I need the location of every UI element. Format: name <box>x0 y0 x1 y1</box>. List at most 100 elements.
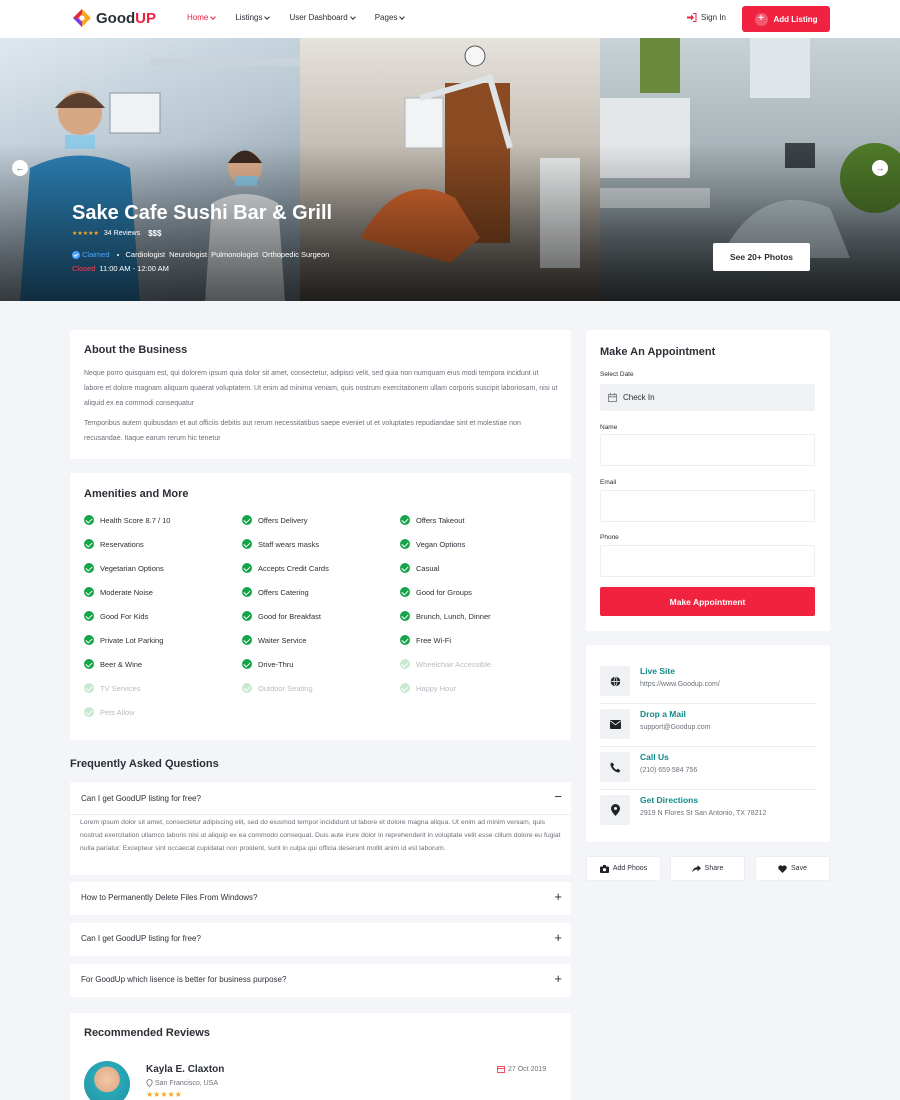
amenities-card: Amenities and More Health Score 8.7 / 10… <box>70 473 571 740</box>
logo-text-a: Good <box>96 9 136 27</box>
check-circle-icon <box>242 611 252 621</box>
review-date: 27 Oct 2019 <box>497 1065 546 1073</box>
business-title: Sake Cafe Sushi Bar & Grill <box>72 202 333 224</box>
hero-shade-2 <box>300 38 600 301</box>
amenity-label: Offers Catering <box>258 587 309 597</box>
about-card: About the Business Neque porro quisquam … <box>70 330 571 459</box>
faq-item[interactable]: Can I get GoodUP listing for free? + <box>70 923 571 956</box>
mail-icon <box>600 709 630 739</box>
nav-pages[interactable]: Pages <box>374 13 406 22</box>
check-circle-icon <box>242 587 252 597</box>
amenity-item: Offers Takeout <box>400 515 465 525</box>
amenity-label: Beer & Wine <box>100 659 143 669</box>
tag-item[interactable]: Orthopedic Surgeon <box>262 250 329 259</box>
contact-mail[interactable]: Drop a Mail support@Goodup.com <box>600 709 815 739</box>
nav-home[interactable]: Home <box>187 13 217 22</box>
gallery-next-button[interactable]: → <box>872 160 888 176</box>
check-circle-icon <box>400 683 410 693</box>
amenity-label: Staff wears masks <box>258 539 320 549</box>
contact-call[interactable]: Call Us (210) 659 584 756 <box>600 752 815 782</box>
arrow-left-icon: ← <box>15 163 25 173</box>
check-circle-icon <box>84 515 94 525</box>
faq-question: How to Permanently Delete Files From Win… <box>81 893 258 902</box>
nav-listings[interactable]: Listings <box>235 13 271 22</box>
date-picker[interactable]: Check In <box>600 384 815 411</box>
select-date-label: Select Date <box>600 371 634 378</box>
add-listing-button[interactable]: + Add Listing <box>742 6 830 32</box>
gallery-photo-2[interactable] <box>300 38 600 301</box>
contact-value: (210) 659 584 756 <box>640 767 698 774</box>
reviews-title: Recommended Reviews <box>84 1027 210 1039</box>
chevron-down-icon <box>210 13 217 20</box>
email-field[interactable] <box>600 490 815 522</box>
faq-item[interactable]: For GoodUp which lisence is better for b… <box>70 964 571 997</box>
hours-text: 11:00 AM - 12:00 AM <box>99 264 169 273</box>
faq-answer: Lorem ipsum dolor sit amet, consectetur … <box>80 819 561 852</box>
amenity-label: Casual <box>416 563 440 573</box>
amenity-item: Good For Kids <box>84 611 148 621</box>
tag-item[interactable]: Neurologist <box>169 250 207 259</box>
check-circle-icon <box>242 659 252 669</box>
save-label: Save <box>791 865 807 872</box>
check-circle-icon <box>400 635 410 645</box>
amenity-item: Health Score 8.7 / 10 <box>84 515 170 525</box>
faq-item-open[interactable]: Can I get GoodUP listing for free? − Lor… <box>70 782 571 875</box>
amenity-item: Offers Delivery <box>242 515 307 525</box>
rating-stars: ★★★★★ <box>72 231 99 237</box>
faq-item[interactable]: How to Permanently Delete Files From Win… <box>70 882 571 915</box>
category-tags: Claimed Cardiologist Neurologist Pulmono… <box>72 250 329 259</box>
check-circle-icon <box>84 539 94 549</box>
amenity-label: Brunch, Lunch, Dinner <box>416 611 491 621</box>
tag-item[interactable]: Pulmonologist <box>211 250 258 259</box>
amenity-item: Reservations <box>84 539 144 549</box>
amenity-label: Waiter Service <box>258 635 307 645</box>
about-paragraph-2: Temporibus autem quibusdam et aut offici… <box>84 420 521 442</box>
add-photos-label: Add Phoos <box>612 865 648 872</box>
add-photos-button[interactable]: Add Phoos <box>586 856 661 881</box>
contact-title: Live Site <box>640 666 675 676</box>
make-appointment-button[interactable]: Make Appointment <box>600 587 815 616</box>
check-circle-icon <box>242 683 252 693</box>
nav-user-dashboard[interactable]: User Dashboard <box>289 13 356 22</box>
amenity-label: TV Services <box>100 683 141 693</box>
phone-icon <box>600 752 630 782</box>
verified-icon <box>72 250 80 259</box>
contact-live-site[interactable]: Live Site https://www.Goodup.com/ <box>600 666 815 696</box>
check-circle-icon <box>400 611 410 621</box>
amenity-item: Outdoor Seating <box>242 683 313 693</box>
share-button[interactable]: Share <box>670 856 745 881</box>
check-circle-icon <box>84 611 94 621</box>
sign-in-link[interactable]: Sign In <box>687 13 726 22</box>
reviewer-location: San Francisco, USA <box>146 1079 218 1087</box>
plus-icon[interactable]: + <box>554 971 562 986</box>
amenity-item: Moderate Noise <box>84 587 153 597</box>
about-title: About the Business <box>84 344 188 356</box>
gallery-prev-button[interactable]: ← <box>12 160 28 176</box>
review-count[interactable]: 34 Reviews <box>104 230 140 237</box>
logo[interactable]: GoodUP <box>72 8 156 28</box>
camera-icon <box>599 864 609 873</box>
amenity-label: Reservations <box>100 539 144 549</box>
name-label: Name <box>600 424 618 431</box>
minus-icon[interactable]: − <box>554 789 562 804</box>
share-icon <box>691 864 701 872</box>
amenity-label: Offers Delivery <box>258 515 308 525</box>
nav-pages-label: Pages <box>374 13 398 22</box>
appointment-card: Make An Appointment Select Date Check In… <box>586 330 830 631</box>
plus-icon[interactable]: + <box>554 889 562 904</box>
plus-icon[interactable]: + <box>554 930 562 945</box>
see-photos-button[interactable]: See 20+ Photos <box>713 243 810 271</box>
amenity-item: Good for Breakfast <box>242 611 321 621</box>
amenity-label: Good For Kids <box>100 611 149 621</box>
contact-value: https://www.Goodup.com/ <box>640 681 720 688</box>
faq-question: Can I get GoodUP listing for free? <box>81 934 201 943</box>
gallery-photo-1[interactable] <box>0 38 300 301</box>
contact-directions[interactable]: Get Directions 2919 N Flores St San Anto… <box>600 795 815 825</box>
amenities-title: Amenities and More <box>84 488 189 500</box>
save-button[interactable]: Save <box>755 856 830 881</box>
reviewer-name[interactable]: Kayla E. Claxton <box>146 1064 224 1075</box>
name-field[interactable] <box>600 434 815 466</box>
phone-field[interactable] <box>600 545 815 577</box>
amenity-item: Beer & Wine <box>84 659 142 669</box>
tag-item[interactable]: Cardiologist <box>126 250 166 259</box>
